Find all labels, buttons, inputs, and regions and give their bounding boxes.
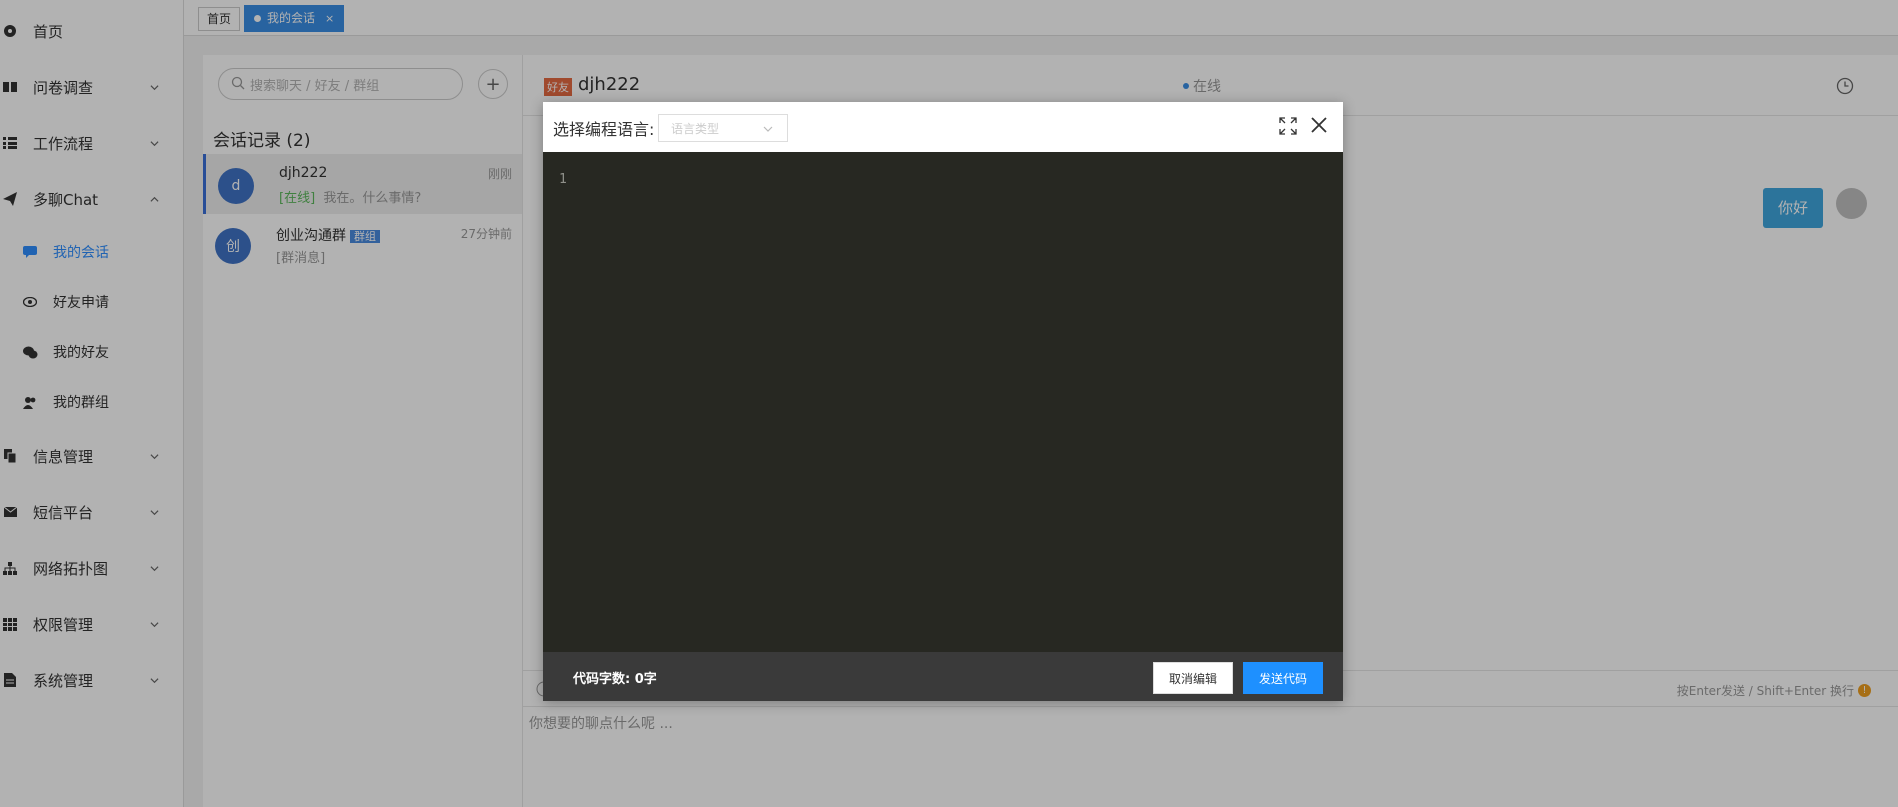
language-select[interactable]: 语言类型 (658, 114, 788, 142)
dialog-header: 选择编程语言: 语言类型 (543, 102, 1343, 152)
close-icon[interactable] (1310, 116, 1328, 134)
send-code-button[interactable]: 发送代码 (1243, 662, 1323, 694)
chevron-down-icon (763, 126, 773, 132)
maximize-icon[interactable] (1279, 117, 1297, 135)
code-editor[interactable]: 1 (543, 152, 1343, 652)
line-number: 1 (559, 172, 567, 187)
cancel-button[interactable]: 取消编辑 (1153, 662, 1233, 694)
language-placeholder: 语言类型 (671, 122, 720, 136)
char-count: 代码字数: 0字 (573, 672, 657, 687)
dialog-title: 选择编程语言: (553, 120, 655, 139)
code-editor-dialog: 选择编程语言: 语言类型 1 代码字数: 0字 取消编辑 发送代码 (543, 102, 1343, 701)
dialog-footer: 代码字数: 0字 取消编辑 发送代码 (543, 652, 1343, 701)
